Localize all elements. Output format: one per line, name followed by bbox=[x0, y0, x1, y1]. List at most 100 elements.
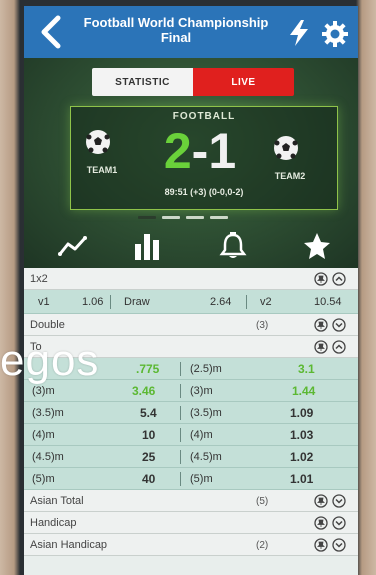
market-header-asian-handicap[interactable]: Asian Handicap (2) bbox=[24, 534, 358, 556]
market-header-handicap[interactable]: Handicap bbox=[24, 512, 358, 534]
market-count: (3) bbox=[256, 320, 269, 331]
divider bbox=[180, 362, 181, 376]
odds-label-v1: v1 bbox=[38, 296, 50, 308]
market-header-1x2[interactable]: 1x2 bbox=[24, 268, 358, 290]
markets-list: 1x2 v1 1.06 Draw 2.64 v2 10.54 Double (3… bbox=[24, 268, 358, 556]
odds-label-left: (3)m bbox=[32, 385, 55, 397]
odds-label-v2: v2 bbox=[260, 296, 272, 308]
odds-label-left: (3.5)m bbox=[32, 407, 64, 419]
page-indicator bbox=[138, 216, 228, 220]
odds-label-right: (3)m bbox=[190, 385, 213, 397]
live-score-panel: STATISTIC LIVE FOOTBALL TEAM1 2-1 TEAM2 bbox=[24, 58, 358, 268]
divider bbox=[246, 295, 247, 309]
team1-name: TEAM1 bbox=[86, 165, 118, 175]
bell-icon[interactable] bbox=[218, 232, 248, 260]
match-time: 89:51 (+3) (0-0,0-2) bbox=[164, 187, 244, 197]
chevron-down-icon[interactable] bbox=[332, 318, 346, 332]
divider bbox=[180, 384, 181, 398]
score-separator: - bbox=[191, 123, 209, 179]
odds-row-1x2: v1 1.06 Draw 2.64 v2 10.54 bbox=[24, 290, 358, 314]
odds-label-left: (5)m bbox=[32, 473, 55, 485]
pin-icon[interactable] bbox=[314, 538, 328, 552]
page-dot bbox=[186, 216, 204, 219]
odds-value-left[interactable]: 25 bbox=[142, 450, 155, 464]
team2-name: TEAM2 bbox=[274, 171, 306, 181]
market-label: Handicap bbox=[30, 517, 77, 529]
odds-value-draw[interactable]: 2.64 bbox=[210, 296, 231, 308]
tab-live[interactable]: LIVE bbox=[193, 68, 294, 96]
odds-label-right: (3.5)m bbox=[190, 407, 222, 419]
market-label: 1x2 bbox=[30, 273, 48, 285]
chart-line-icon[interactable] bbox=[58, 232, 88, 260]
odds-row-total: (3.5)m 5.4 (3.5)m 1.09 bbox=[24, 402, 358, 424]
odds-label-right: (4.5)m bbox=[190, 451, 222, 463]
title-line-2: Final bbox=[160, 30, 192, 45]
odds-value-left[interactable]: 5.4 bbox=[140, 406, 157, 420]
odds-value-right[interactable]: 1.44 bbox=[292, 384, 315, 398]
chevron-down-icon[interactable] bbox=[332, 516, 346, 530]
sport-label: FOOTBALL bbox=[172, 111, 236, 122]
odds-label-left: (4.5)m bbox=[32, 451, 64, 463]
market-count: (2) bbox=[256, 540, 269, 551]
odds-value-v1[interactable]: 1.06 bbox=[82, 296, 103, 308]
top-bar: Football World Championship Final bbox=[24, 6, 358, 58]
chevron-down-icon[interactable] bbox=[332, 494, 346, 508]
odds-label-draw: Draw bbox=[124, 296, 150, 308]
pin-icon[interactable] bbox=[314, 272, 328, 286]
home-score: 2 bbox=[163, 123, 192, 179]
divider bbox=[180, 472, 181, 486]
back-arrow-icon[interactable] bbox=[34, 14, 68, 50]
market-label: Asian Total bbox=[30, 495, 84, 507]
odds-value-right[interactable]: 3.1 bbox=[298, 362, 315, 376]
odds-row-total: (5)m 40 (5)m 1.01 bbox=[24, 468, 358, 490]
chevron-up-icon[interactable] bbox=[332, 340, 346, 354]
divider bbox=[180, 450, 181, 464]
divider bbox=[110, 295, 111, 309]
odds-value-right[interactable]: 1.02 bbox=[290, 450, 313, 464]
bar-chart-icon[interactable] bbox=[132, 232, 162, 260]
odds-row-total: (4.5)m 25 (4.5)m 1.02 bbox=[24, 446, 358, 468]
page-dot bbox=[162, 216, 180, 219]
gear-icon[interactable] bbox=[322, 21, 348, 47]
chevron-up-icon[interactable] bbox=[332, 272, 346, 286]
title-line-1: Football World Championship bbox=[83, 15, 269, 30]
odds-label-right: (4)m bbox=[190, 429, 213, 441]
away-score: 1 bbox=[208, 123, 237, 179]
pin-icon[interactable] bbox=[314, 340, 328, 354]
tab-statistic[interactable]: STATISTIC bbox=[92, 68, 193, 96]
soccer-ball-icon bbox=[274, 136, 298, 160]
divider bbox=[180, 406, 181, 420]
odds-value-v2[interactable]: 10.54 bbox=[314, 296, 342, 308]
market-label: Asian Handicap bbox=[30, 539, 108, 551]
odds-value-right[interactable]: 1.01 bbox=[290, 472, 313, 486]
divider bbox=[180, 428, 181, 442]
market-label: Double bbox=[30, 319, 65, 331]
odds-value-right[interactable]: 1.09 bbox=[290, 406, 313, 420]
match-score: 2-1 bbox=[145, 123, 255, 179]
lightning-icon[interactable] bbox=[288, 20, 310, 46]
page-dot bbox=[210, 216, 228, 219]
market-header-double[interactable]: Double (3) bbox=[24, 314, 358, 336]
chevron-down-icon[interactable] bbox=[332, 538, 346, 552]
overlay-text: egos bbox=[0, 336, 100, 385]
odds-value-left[interactable]: 40 bbox=[142, 472, 155, 486]
soccer-ball-icon bbox=[86, 130, 110, 154]
odds-value-left[interactable]: 3.46 bbox=[132, 384, 155, 398]
phone-screen: Football World Championship Final STATIS… bbox=[24, 6, 358, 575]
match-title: Football World Championship Final bbox=[76, 15, 276, 45]
odds-value-right[interactable]: 1.03 bbox=[290, 428, 313, 442]
star-icon[interactable] bbox=[302, 232, 332, 260]
pin-icon[interactable] bbox=[314, 494, 328, 508]
odds-label-left: (4)m bbox=[32, 429, 55, 441]
odds-value-left[interactable]: 10 bbox=[142, 428, 155, 442]
odds-row-total: (4)m 10 (4)m 1.03 bbox=[24, 424, 358, 446]
odds-label-right: (2.5)m bbox=[190, 363, 222, 375]
scoreboard: FOOTBALL TEAM1 2-1 TEAM2 89:51 (+3) (0-0… bbox=[70, 106, 338, 210]
market-header-asian-total[interactable]: Asian Total (5) bbox=[24, 490, 358, 512]
odds-value-left[interactable]: .775 bbox=[136, 362, 159, 376]
odds-label-right: (5)m bbox=[190, 473, 213, 485]
mode-toggle: STATISTIC LIVE bbox=[92, 68, 294, 96]
page-dot-active bbox=[138, 216, 156, 219]
pin-icon[interactable] bbox=[314, 516, 328, 530]
pin-icon[interactable] bbox=[314, 318, 328, 332]
